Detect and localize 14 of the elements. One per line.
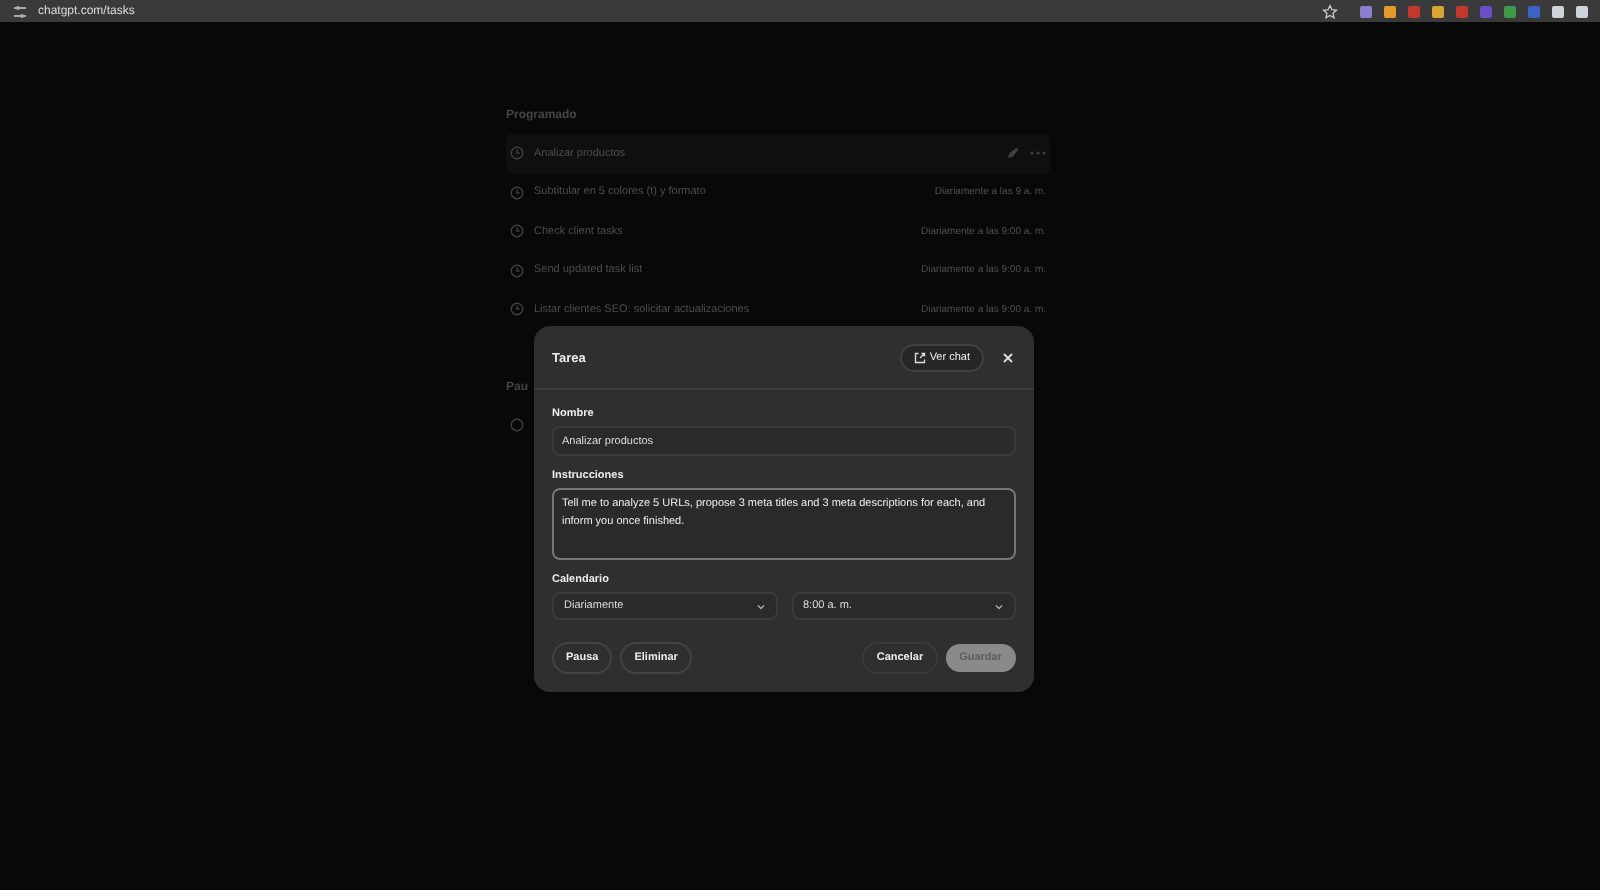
chevron-down-icon (755, 603, 765, 609)
star-icon[interactable] (1322, 3, 1338, 19)
chevron-down-icon (994, 603, 1004, 609)
clock-icon (510, 263, 524, 278)
clock-icon (510, 417, 524, 432)
site-settings-icon[interactable] (12, 3, 28, 19)
clock-icon (510, 146, 524, 161)
clock-icon (510, 224, 524, 239)
more-icon[interactable] (1030, 150, 1046, 157)
external-link-icon (913, 352, 926, 364)
close-icon[interactable] (1002, 352, 1014, 364)
clock-icon (510, 302, 524, 317)
pencil-icon[interactable] (1006, 146, 1020, 161)
clock-icon (510, 185, 524, 200)
